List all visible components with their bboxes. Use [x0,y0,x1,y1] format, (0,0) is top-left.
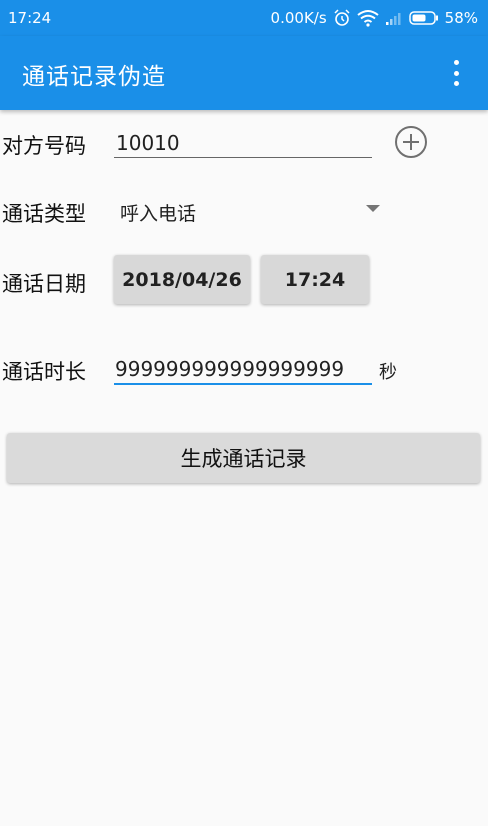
add-contact-icon[interactable] [395,126,427,158]
alarm-icon [334,9,350,26]
date-label: 通话日期 [2,272,86,296]
net-speed: 0.00K/s [270,9,327,27]
number-input-underline [114,157,372,158]
more-vert-icon[interactable] [444,60,468,86]
number-label: 对方号码 [2,134,86,158]
app-toolbar: 通话记录伪造 [0,36,488,110]
page-title: 通话记录伪造 [22,64,166,90]
duration-input[interactable]: 999999999999999999 [115,357,344,381]
status-bar: 17:24 0.00K/s 58% [0,0,488,36]
call-type-select[interactable]: 呼入电话 [120,199,196,226]
status-time: 17:24 [8,9,52,27]
battery-icon [408,11,438,25]
status-icons: 0.00K/s 58% [271,9,478,27]
date-picker-button[interactable]: 2018/04/26 [114,255,250,304]
number-input[interactable]: 10010 [116,131,180,155]
duration-unit: 秒 [379,362,397,383]
duration-input-underline [114,383,372,385]
battery-percent: 58% [444,9,478,27]
generate-record-button[interactable]: 生成通话记录 [7,433,480,483]
type-label: 通话类型 [2,202,86,226]
wifi-icon [357,10,379,27]
time-picker-button[interactable]: 17:24 [261,255,369,304]
duration-label: 通话时长 [2,360,86,384]
chevron-down-icon[interactable] [366,205,380,212]
signal-icon [385,13,401,25]
